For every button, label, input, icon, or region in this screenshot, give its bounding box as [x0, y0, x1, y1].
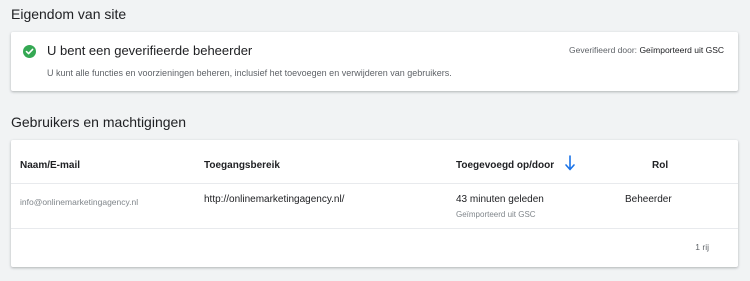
arrow-down-icon[interactable] [564, 154, 576, 172]
check-circle-icon [23, 45, 36, 58]
row-email: info@onlinemarketingagency.nl [20, 197, 139, 207]
users-table-card: Naam/E-mail Toegangsbereik Toegevoegd op… [11, 140, 738, 267]
verified-by-value: Geïmporteerd uit GSC [639, 45, 724, 55]
verified-description: U kunt alle functies en voorzieningen be… [47, 68, 452, 78]
row-added-time: 43 minuten geleden [456, 194, 544, 205]
row-divider [11, 228, 738, 229]
column-header-access-scope[interactable]: Toegangsbereik [204, 160, 280, 171]
row-role: Beheerder [625, 194, 672, 205]
ownership-section-title: Eigendom van site [11, 6, 127, 22]
header-divider [11, 183, 738, 184]
column-header-role[interactable]: Rol [652, 160, 668, 171]
column-header-name-email[interactable]: Naam/E-mail [20, 160, 80, 171]
column-header-added[interactable]: Toegevoegd op/door [456, 160, 554, 171]
verified-title: U bent een geverifieerde beheerder [47, 43, 253, 58]
verified-owner-card: U bent een geverifieerde beheerder U kun… [11, 32, 738, 91]
verified-by: Geverifieerd door: Geïmporteerd uit GSC [569, 45, 724, 55]
verified-by-label: Geverifieerd door: [569, 45, 638, 55]
users-section-title: Gebruikers en machtigingen [11, 114, 187, 130]
row-access-scope: http://onlinemarketingagency.nl/ [204, 194, 345, 205]
row-count: 1 rij [695, 242, 709, 252]
row-added-by: Geïmporteerd uit GSC [456, 210, 536, 219]
